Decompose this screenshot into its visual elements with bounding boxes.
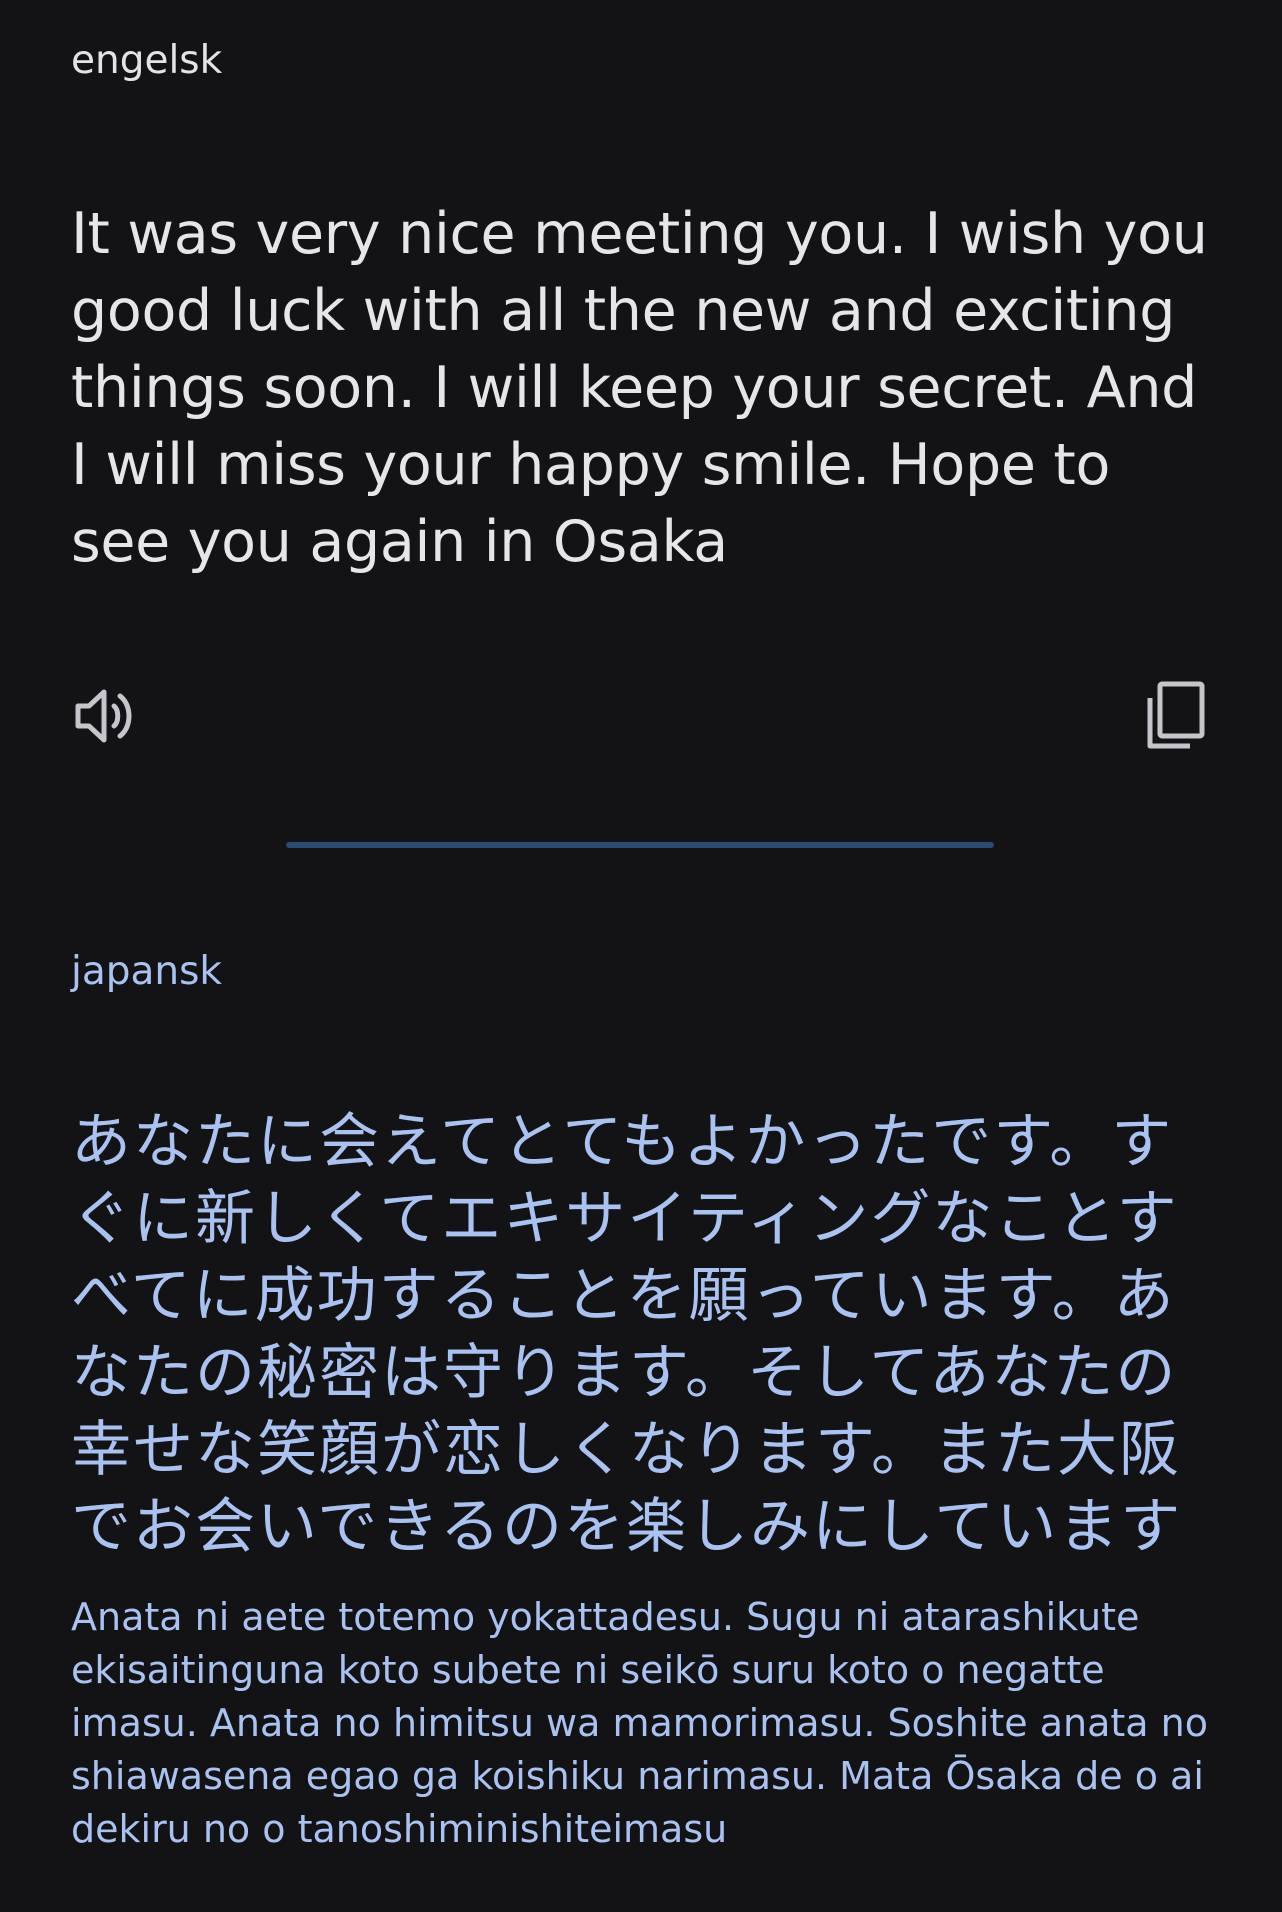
romanization-text[interactable]: Anata ni aete totemo yokattadesu. Sugu n…: [71, 1591, 1221, 1856]
copy-icon[interactable]: [1142, 680, 1208, 752]
speaker-icon[interactable]: [72, 683, 138, 749]
source-language-label: engelsk: [71, 38, 223, 83]
target-language-label: japansk: [71, 949, 223, 994]
source-text[interactable]: It was very nice meeting you. I wish you…: [71, 196, 1221, 581]
translated-text[interactable]: あなたに会えてとてもよかったです。すぐに新しくてエキサイティングなことすべてに成…: [71, 1104, 1221, 1566]
divider: [286, 842, 994, 848]
